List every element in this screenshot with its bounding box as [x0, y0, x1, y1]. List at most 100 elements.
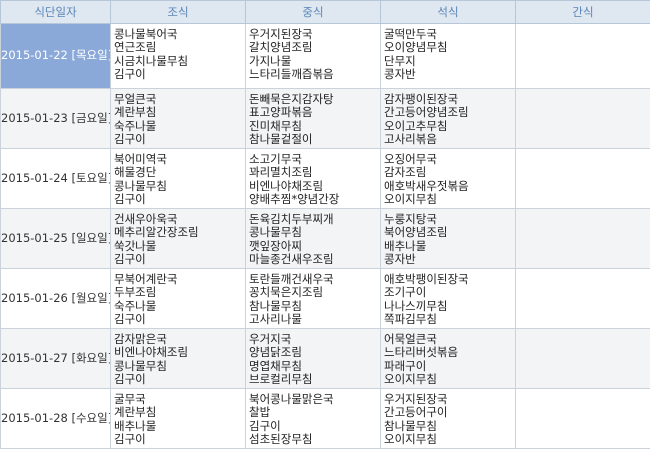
menu-item: 쪽파김무침 [384, 311, 437, 326]
menu-item: 토란들깨건새우국 [249, 272, 334, 286]
date-cell[interactable]: 2015-01-27 [화요일] [0, 328, 111, 389]
date-cell[interactable]: 2015-01-26 [월요일] [0, 268, 111, 329]
menu-item: 오이양념무침 [384, 40, 448, 55]
breakfast-cell: 콩나물북어국 연근조림 시금치나물무침 김구이 [110, 23, 246, 89]
menu-item: 표고양파볶음 [249, 105, 313, 120]
table-row: 2015-01-26 [월요일] 무북어계란국 두부조림 숙주나물 김구이 토란들깨건새우… [0, 268, 650, 329]
menu-item: 비엔나야채조림 [249, 178, 324, 193]
menu-item: 누룽지탕국 [384, 212, 437, 226]
snack-cell [515, 208, 650, 269]
lunch-cell: 소고기무국 꽈리멸치조림 비엔나야채조림 양배추찜*양념간장 [245, 148, 381, 209]
dinner-cell: 오징어무국 감자조림 애호박새우젓볶음 오이지무침 [380, 148, 516, 209]
menu-item: 꽈리멸치조림 [249, 165, 313, 180]
menu-item: 오이지무침 [384, 191, 437, 206]
table-row: 2015-01-24 [토요일] 북어미역국 해물경단 콩나물무침 김구이 소고기무국 꽈리… [0, 148, 650, 209]
menu-item: 감자팽이된장국 [384, 92, 459, 106]
snack-cell [515, 268, 650, 329]
lunch-cell: 북어콩나물맑은국 찰밥 김구이 섬초된장무침 [245, 388, 381, 449]
menu-item: 마늘종건새우조림 [249, 251, 334, 266]
breakfast-cell: 굴무국 계란부침 배추나물 김구이 [110, 388, 246, 449]
lunch-cell: 우거지국 양념닭조림 명엽채무침 브로컬리무침 [245, 328, 381, 389]
date-cell[interactable]: 2015-01-28 [수요일] [0, 388, 111, 449]
menu-item: 무얼큰국 [114, 92, 157, 106]
menu-item: 콩나물북어국 [114, 27, 178, 41]
lunch-cell: 돈육김치두부찌개 콩나물무침 깻잎장아찌 마늘종건새우조림 [245, 208, 381, 269]
menu-item: 느타리버섯볶음 [384, 345, 459, 360]
menu-item: 고사리볶음 [384, 131, 437, 146]
menu-item: 김구이 [114, 191, 146, 206]
menu-item: 우거지된장국 [384, 392, 448, 406]
dinner-cell: 우거지된장국 간고등어구이 참나물무침 오이지무침 [380, 388, 516, 449]
breakfast-cell: 건새우아욱국 메추리알간장조림 쑥갓나물 김구이 [110, 208, 246, 269]
menu-item: 느타리들깨즙볶음 [249, 66, 334, 81]
table-row: 2015-01-22 [목요일] 콩나물북어국 연근조림 시금치나물무침 김구이 우거지된… [0, 23, 650, 89]
breakfast-cell: 북어미역국 해물경단 콩나물무침 김구이 [110, 148, 246, 209]
menu-item: 콩자반 [384, 251, 416, 266]
menu-item: 양념닭조림 [249, 345, 302, 360]
table-row: 2015-01-25 [일요일] 건새우아욱국 메추리알간장조림 쑥갓나물 김구이 돈육김… [0, 208, 650, 269]
menu-item: 콩나물무침 [249, 225, 302, 240]
menu-item: 북어콩나물맑은국 [249, 392, 334, 406]
table-body: 2015-01-22 [목요일] 콩나물북어국 연근조림 시금치나물무침 김구이 우거지된… [0, 23, 650, 449]
menu-item: 애호박팽이된장국 [384, 272, 469, 286]
menu-item: 건새우아욱국 [114, 212, 178, 226]
menu-item: 고사리나물 [249, 311, 302, 326]
column-header-lunch[interactable]: 중식 [245, 0, 381, 24]
menu-item: 숙주나물 [114, 298, 157, 313]
menu-item: 북어미역국 [114, 152, 167, 166]
snack-cell [515, 23, 650, 89]
column-header-date[interactable]: 식단일자 [0, 0, 111, 24]
breakfast-cell: 무북어계란국 두부조림 숙주나물 김구이 [110, 268, 246, 329]
menu-item: 북어양념조림 [384, 225, 448, 240]
column-header-snack[interactable]: 간식 [515, 0, 650, 24]
menu-item: 숙주나물 [114, 118, 157, 133]
column-header-breakfast[interactable]: 조식 [110, 0, 246, 24]
menu-item: 시금치나물무침 [114, 53, 189, 68]
menu-item: 비엔나야채조림 [114, 345, 189, 360]
date-cell[interactable]: 2015-01-25 [일요일] [0, 208, 111, 269]
menu-item: 해물경단 [114, 165, 157, 180]
breakfast-cell: 감자맑은국 비엔나야채조림 콩나물무침 김구이 [110, 328, 246, 389]
menu-item: 가지나물 [249, 53, 292, 68]
menu-item: 참나물겉절이 [249, 131, 313, 146]
menu-item: 간고등어양념조림 [384, 105, 469, 120]
menu-item: 양배추찜*양념간장 [249, 191, 340, 206]
menu-item: 오이고추무침 [384, 118, 448, 133]
menu-item: 굴무국 [114, 392, 146, 406]
menu-item: 계란부침 [114, 405, 157, 420]
lunch-cell: 우거지된장국 갈치양념조림 가지나물 느타리들깨즙볶음 [245, 23, 381, 89]
menu-item: 쑥갓나물 [114, 238, 157, 253]
menu-item: 소고기무국 [249, 152, 302, 166]
menu-item: 오이지무침 [384, 431, 437, 446]
menu-item: 애호박새우젓볶음 [384, 178, 469, 193]
snack-cell [515, 328, 650, 389]
menu-item: 연근조림 [114, 40, 157, 55]
menu-item: 콩나물무침 [114, 358, 167, 373]
menu-item: 돈육김치두부찌개 [249, 212, 334, 226]
menu-item: 나나스끼무침 [384, 298, 448, 313]
table-header-row: 식단일자 조식 중식 석식 간식 [0, 0, 650, 24]
dinner-cell: 어묵얼큰국 느타리버섯볶음 파래구이 오이지무침 [380, 328, 516, 389]
menu-item: 계란부침 [114, 105, 157, 120]
menu-item: 돈빼묵은지감자탕 [249, 92, 334, 106]
date-cell[interactable]: 2015-01-24 [토요일] [0, 148, 111, 209]
dinner-cell: 감자팽이된장국 간고등어양념조림 오이고추무침 고사리볶음 [380, 88, 516, 149]
menu-item: 우거지국 [249, 332, 292, 346]
menu-item: 참나물무침 [249, 298, 302, 313]
menu-item: 브로컬리무침 [249, 371, 313, 386]
date-cell[interactable]: 2015-01-23 [금요일] [0, 88, 111, 149]
menu-item: 오이지무침 [384, 371, 437, 386]
column-header-dinner[interactable]: 석식 [380, 0, 516, 24]
menu-item: 섬초된장무침 [249, 431, 313, 446]
table-row: 2015-01-27 [화요일] 감자맑은국 비엔나야채조림 콩나물무침 김구이 우거지국… [0, 328, 650, 389]
menu-item: 어묵얼큰국 [384, 332, 437, 346]
menu-item: 우거지된장국 [249, 27, 313, 41]
menu-item: 감자맑은국 [114, 332, 167, 346]
snack-cell [515, 88, 650, 149]
date-cell[interactable]: 2015-01-22 [목요일] [0, 23, 111, 89]
menu-item: 김구이 [114, 66, 146, 81]
menu-item: 갈치양념조림 [249, 40, 313, 55]
dinner-cell: 굴떡만두국 오이양념무침 단무지 콩자반 [380, 23, 516, 89]
breakfast-cell: 무얼큰국 계란부침 숙주나물 김구이 [110, 88, 246, 149]
menu-item: 단무지 [384, 53, 416, 68]
